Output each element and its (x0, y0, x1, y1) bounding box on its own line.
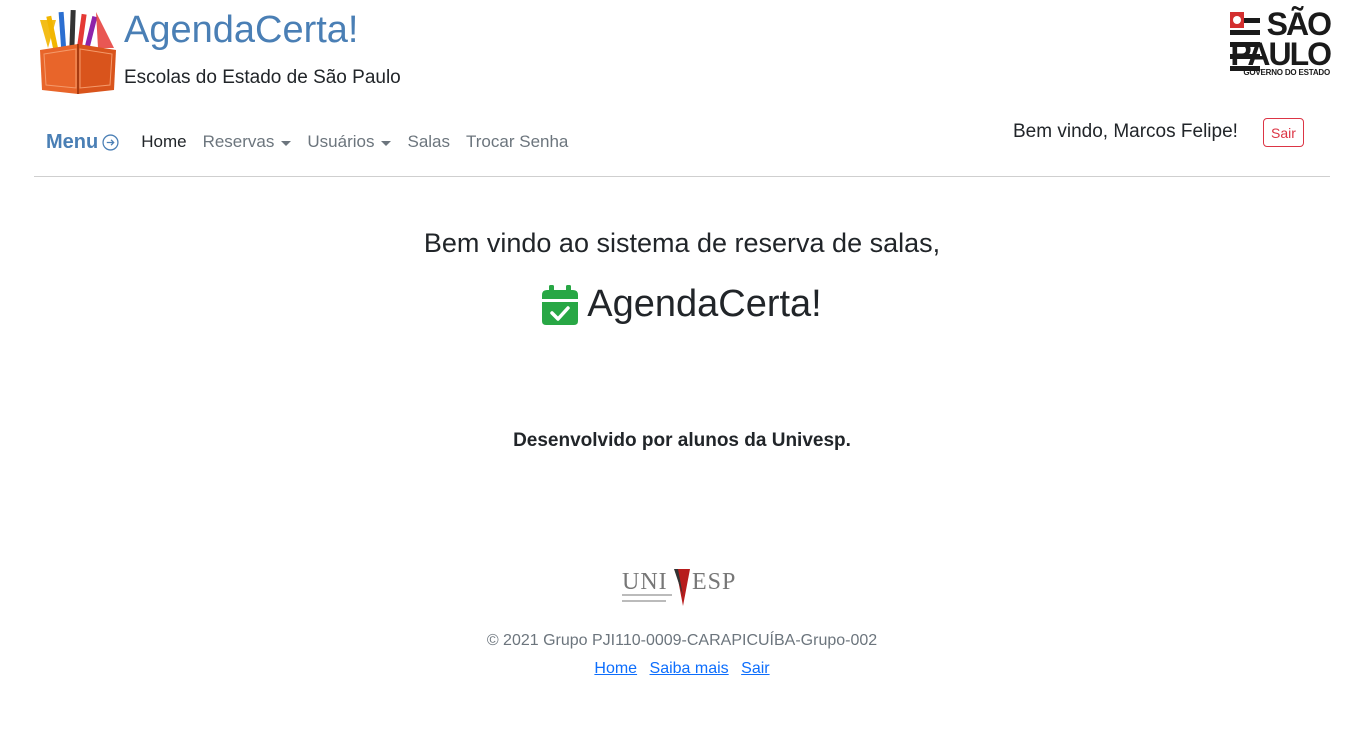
credits-text: Desenvolvido por alunos da Univesp. (513, 430, 851, 451)
sao-paulo-government-logo: SÃO PAULO GOVERNO DO ESTADO (1228, 8, 1334, 82)
header-divider (34, 176, 1330, 177)
gov-logo-line2: PAULO (1230, 36, 1332, 72)
nav-trocar-senha-label: Trocar Senha (466, 132, 569, 151)
brand-subtitle: Escolas do Estado de São Paulo (124, 67, 401, 88)
main-navbar: Menu Home Reservas Usuários Salas Trocar… (46, 128, 584, 156)
nav-salas-label: Salas (407, 132, 451, 151)
univesp-logo: UNI ESP (620, 566, 742, 610)
nav-reservas-label: Reservas (202, 132, 275, 151)
nav-usuarios-label: Usuários (307, 132, 375, 151)
copyright-text: © 2021 Grupo PJI110-0009-CARAPICUÍBA-Gru… (486, 632, 878, 649)
brand-title[interactable]: AgendaCerta! (124, 9, 359, 52)
footer-link-saiba-mais[interactable]: Saiba mais (650, 660, 729, 677)
app-title: AgendaCerta! (587, 283, 822, 325)
arrow-right-circle-icon (102, 133, 119, 151)
welcome-user-text: Bem vindo, Marcos Felipe! (1013, 121, 1238, 142)
calendar-check-icon (542, 284, 579, 325)
menu-label: Menu (46, 130, 99, 153)
nav-reservas-dropdown[interactable]: Reservas (203, 132, 292, 152)
footer-links: Home Saiba mais Sair (0, 660, 1364, 678)
nav-usuarios-dropdown[interactable]: Usuários (307, 132, 392, 152)
menu-button[interactable]: Menu (46, 131, 119, 154)
nav-salas[interactable]: Salas (407, 132, 450, 152)
univesp-logo-left: UNI (622, 569, 668, 595)
app-title-row: AgendaCerta! (0, 283, 1364, 326)
welcome-headline: Bem vindo ao sistema de reserva de salas… (423, 228, 941, 258)
footer-link-home[interactable]: Home (594, 660, 637, 677)
logout-button[interactable]: Sair (1263, 118, 1304, 147)
gov-logo-line3: GOVERNO DO ESTADO (1243, 68, 1330, 77)
nav-trocar-senha[interactable]: Trocar Senha (466, 132, 568, 152)
caret-down-icon (281, 140, 292, 146)
app-logo-icon (36, 8, 120, 98)
nav-home-label: Home (141, 132, 187, 151)
univesp-logo-right: ESP (692, 569, 736, 595)
footer-link-sair[interactable]: Sair (741, 660, 769, 677)
nav-home[interactable]: Home (141, 132, 186, 152)
caret-down-icon (381, 140, 392, 146)
